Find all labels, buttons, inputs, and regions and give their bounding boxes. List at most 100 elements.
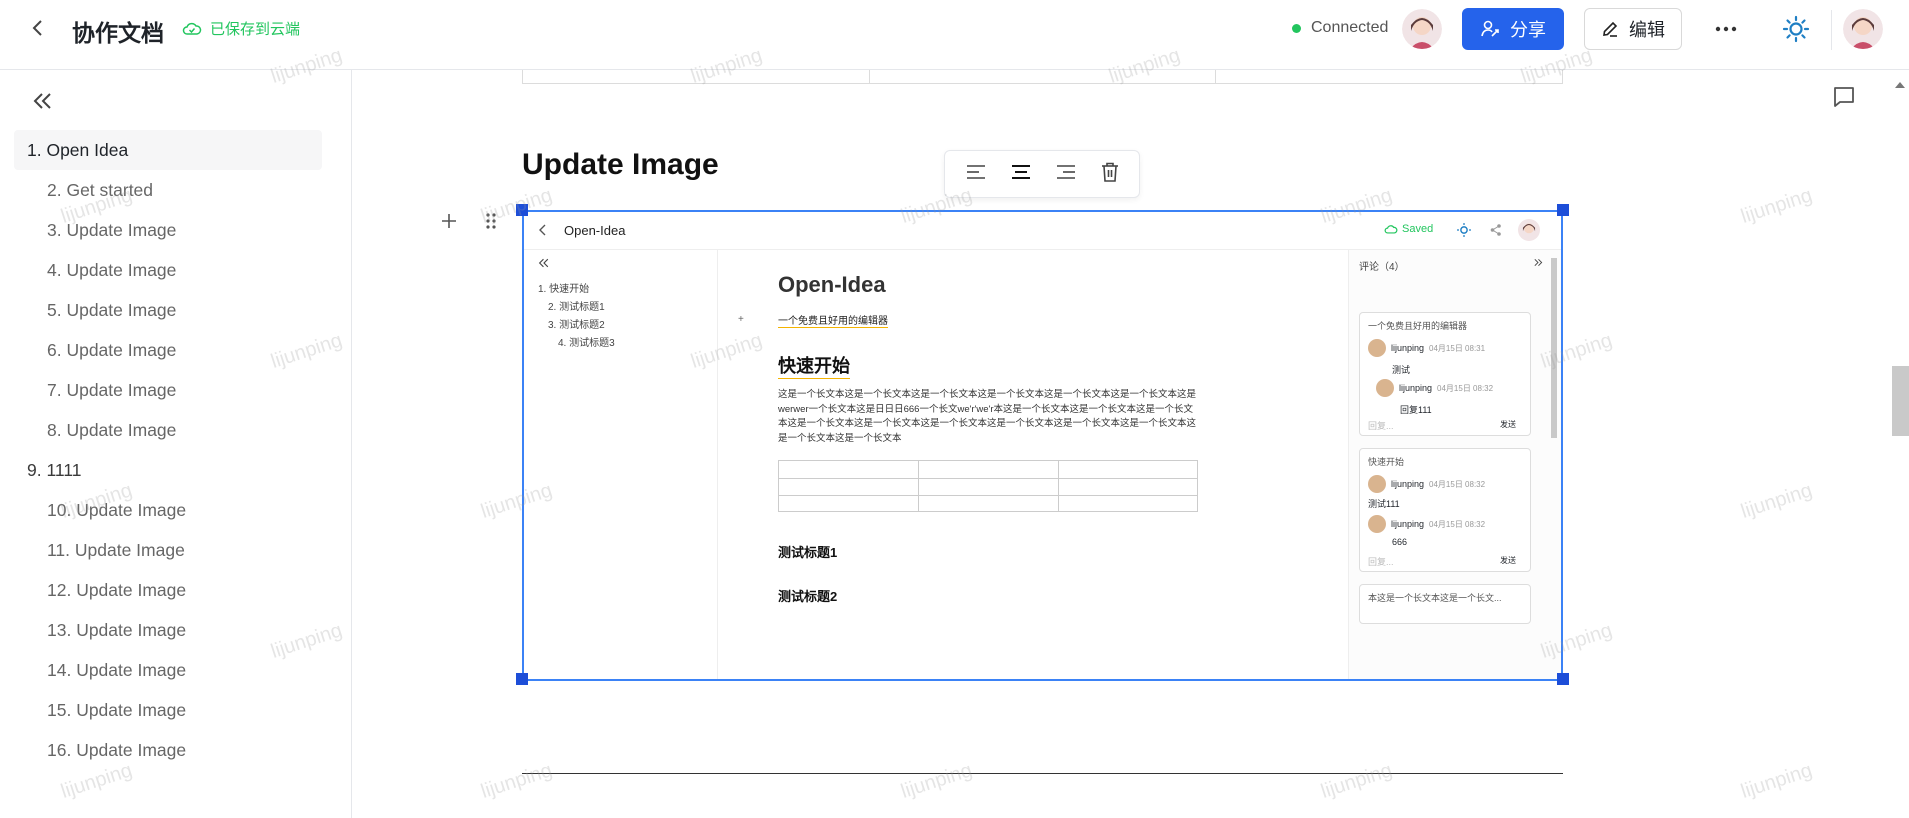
section-heading: Update Image xyxy=(522,148,719,181)
embedded-heading-1: 测试标题1 xyxy=(778,545,838,560)
add-block-icon[interactable] xyxy=(438,210,460,232)
resize-handle-top-right[interactable] xyxy=(1557,204,1569,216)
embedded-sidebar: 1. 快速开始 2. 测试标题1 3. 测试标题2 4. 测试标题3 xyxy=(524,250,718,679)
embedded-doc-title: Open-Idea xyxy=(778,272,886,297)
card-comment-text: 测试111 xyxy=(1368,499,1400,509)
embedded-toc-item: 2. 测试标题1 xyxy=(548,302,605,313)
share-button[interactable]: 分享 xyxy=(1462,8,1564,50)
embedded-document: Open-Idea + 一个免费且好用的编辑器 快速开始 这是一个长文本这是一个… xyxy=(718,250,1248,679)
toc-item[interactable]: 11. Update Image xyxy=(14,530,322,570)
comment-icon[interactable] xyxy=(1829,82,1859,112)
embedded-heading-2: 测试标题2 xyxy=(778,589,838,604)
connection-status: Connected xyxy=(1292,19,1388,37)
toc-item[interactable]: 1. Open Idea xyxy=(14,130,322,170)
card-send-button: 发送 xyxy=(1500,556,1516,565)
embedded-scrollbar xyxy=(1551,258,1557,438)
table-of-contents: 1. Open Idea 2. Get started 3. Update Imag… xyxy=(14,130,322,770)
toc-item[interactable]: 9. 1111 xyxy=(14,450,322,490)
share-label: 分享 xyxy=(1510,20,1546,40)
embedded-avatar xyxy=(1518,219,1540,241)
theme-sun-icon[interactable] xyxy=(1778,11,1814,47)
drag-handle-icon[interactable] xyxy=(482,210,500,232)
outline-sidebar: 1. Open Idea 2. Get started 3. Update Imag… xyxy=(0,70,352,818)
align-right-icon[interactable] xyxy=(1055,163,1077,186)
toc-item[interactable]: 13. Update Image xyxy=(14,610,322,650)
card-comment-text: 666 xyxy=(1392,537,1408,547)
mini-avatar xyxy=(1368,475,1386,493)
embedded-heading-quick: 快速开始 xyxy=(778,352,850,379)
save-status-label: 已保存到云端 xyxy=(210,21,301,38)
embedded-share-icon xyxy=(1490,224,1501,236)
editor-area: Update Image Open-Idea Saved 1. 快速开始 2. … xyxy=(352,70,1909,818)
collaborator-avatar[interactable] xyxy=(1402,9,1442,49)
mini-avatar xyxy=(1368,515,1386,533)
embedded-sun-icon xyxy=(1457,223,1471,237)
embedded-collapse-icon xyxy=(538,258,549,268)
toc-item[interactable]: 7. Update Image xyxy=(14,370,322,410)
embedded-title: Open-Idea xyxy=(564,223,626,238)
embedded-comment-card: 本这是一个长文本这是一个长文... xyxy=(1359,584,1531,624)
card-comment-text: 测试 xyxy=(1392,365,1411,375)
align-left-icon[interactable] xyxy=(965,163,987,186)
card-reply-input: 回复... xyxy=(1368,421,1394,431)
scrollbar-thumb[interactable] xyxy=(1892,366,1909,436)
embedded-header: Open-Idea Saved xyxy=(524,212,1561,250)
cloud-check-icon xyxy=(182,22,202,35)
embedded-comments-title: 评论（4） xyxy=(1359,262,1405,273)
embedded-comment-card: 一个免费且好用的编辑器 lijunping 04月15日 08:31 测试 lij… xyxy=(1359,312,1531,436)
horizontal-rule xyxy=(522,773,1563,774)
selected-image[interactable]: Open-Idea Saved 1. 快速开始 2. 测试标题1 3. 测试标题… xyxy=(522,210,1563,681)
connection-dot-icon xyxy=(1292,23,1301,33)
embedded-toc-item: 4. 测试标题3 xyxy=(558,338,615,349)
toc-item[interactable]: 10. Update Image xyxy=(14,490,322,530)
embedded-back-icon xyxy=(539,224,546,236)
embedded-add-icon: + xyxy=(738,314,744,325)
toc-item[interactable]: 2. Get started xyxy=(14,170,322,210)
card-quote: 本这是一个长文本这是一个长文... xyxy=(1368,593,1502,603)
embedded-subtitle: 一个免费且好用的编辑器 xyxy=(778,312,888,328)
edit-label: 编辑 xyxy=(1629,20,1665,40)
toc-item[interactable]: 8. Update Image xyxy=(14,410,322,450)
card-reply-input: 回复... xyxy=(1368,557,1394,567)
pencil-icon xyxy=(1603,21,1618,37)
scrollbar-up-icon[interactable] xyxy=(1895,76,1905,94)
embedded-comment-card: 快速开始 lijunping 04月15日 08:32 测试111 lijunpi… xyxy=(1359,448,1531,572)
toc-item[interactable]: 5. Update Image xyxy=(14,290,322,330)
align-center-icon[interactable] xyxy=(1010,163,1032,186)
document-title: 协作文档 xyxy=(72,20,164,46)
toc-item[interactable]: 3. Update Image xyxy=(14,210,322,250)
toc-item[interactable]: 16. Update Image xyxy=(14,730,322,770)
embedded-table xyxy=(778,460,1198,512)
toc-item[interactable]: 4. Update Image xyxy=(14,250,322,290)
table-fragment xyxy=(522,70,1563,84)
top-bar: 协作文档 已保存到云端 Connected 分享 编辑 xyxy=(0,0,1909,70)
save-status: 已保存到云端 xyxy=(182,18,300,39)
collapse-sidebar-icon[interactable] xyxy=(30,88,56,114)
image-toolbar xyxy=(944,150,1140,198)
embedded-paragraph: 这是一个长文本这是一个长文本这是一个长文本这是一个长文本这是一个长文本这是一个长… xyxy=(778,389,1197,444)
resize-handle-bottom-left[interactable] xyxy=(516,673,528,685)
embedded-expand-icon xyxy=(1534,258,1543,267)
toc-item[interactable]: 14. Update Image xyxy=(14,650,322,690)
embedded-comments-panel: 评论（4） 一个免费且好用的编辑器 lijunping 04月15日 08:31 … xyxy=(1348,250,1561,679)
card-quote: 快速开始 xyxy=(1368,457,1405,467)
card-quote: 一个免费且好用的编辑器 xyxy=(1368,321,1468,331)
resize-handle-top-left[interactable] xyxy=(516,204,528,216)
embedded-cloud-icon xyxy=(1384,224,1398,234)
card-send-button: 发送 xyxy=(1500,420,1516,429)
back-icon[interactable] xyxy=(26,16,50,40)
mini-avatar xyxy=(1368,339,1386,357)
user-avatar[interactable] xyxy=(1843,9,1883,49)
toc-item[interactable]: 15. Update Image xyxy=(14,690,322,730)
card-comment-text: 回复111 xyxy=(1400,405,1432,415)
toc-item[interactable]: 6. Update Image xyxy=(14,330,322,370)
toc-item[interactable]: 12. Update Image xyxy=(14,570,322,610)
connection-label: Connected xyxy=(1311,19,1389,36)
embedded-toc-item: 3. 测试标题2 xyxy=(548,320,605,331)
delete-icon[interactable] xyxy=(1100,161,1120,188)
resize-handle-bottom-right[interactable] xyxy=(1557,673,1569,685)
header-divider xyxy=(1831,10,1832,50)
mini-avatar xyxy=(1376,379,1394,397)
edit-button[interactable]: 编辑 xyxy=(1584,8,1682,50)
more-icon[interactable] xyxy=(1708,11,1744,47)
